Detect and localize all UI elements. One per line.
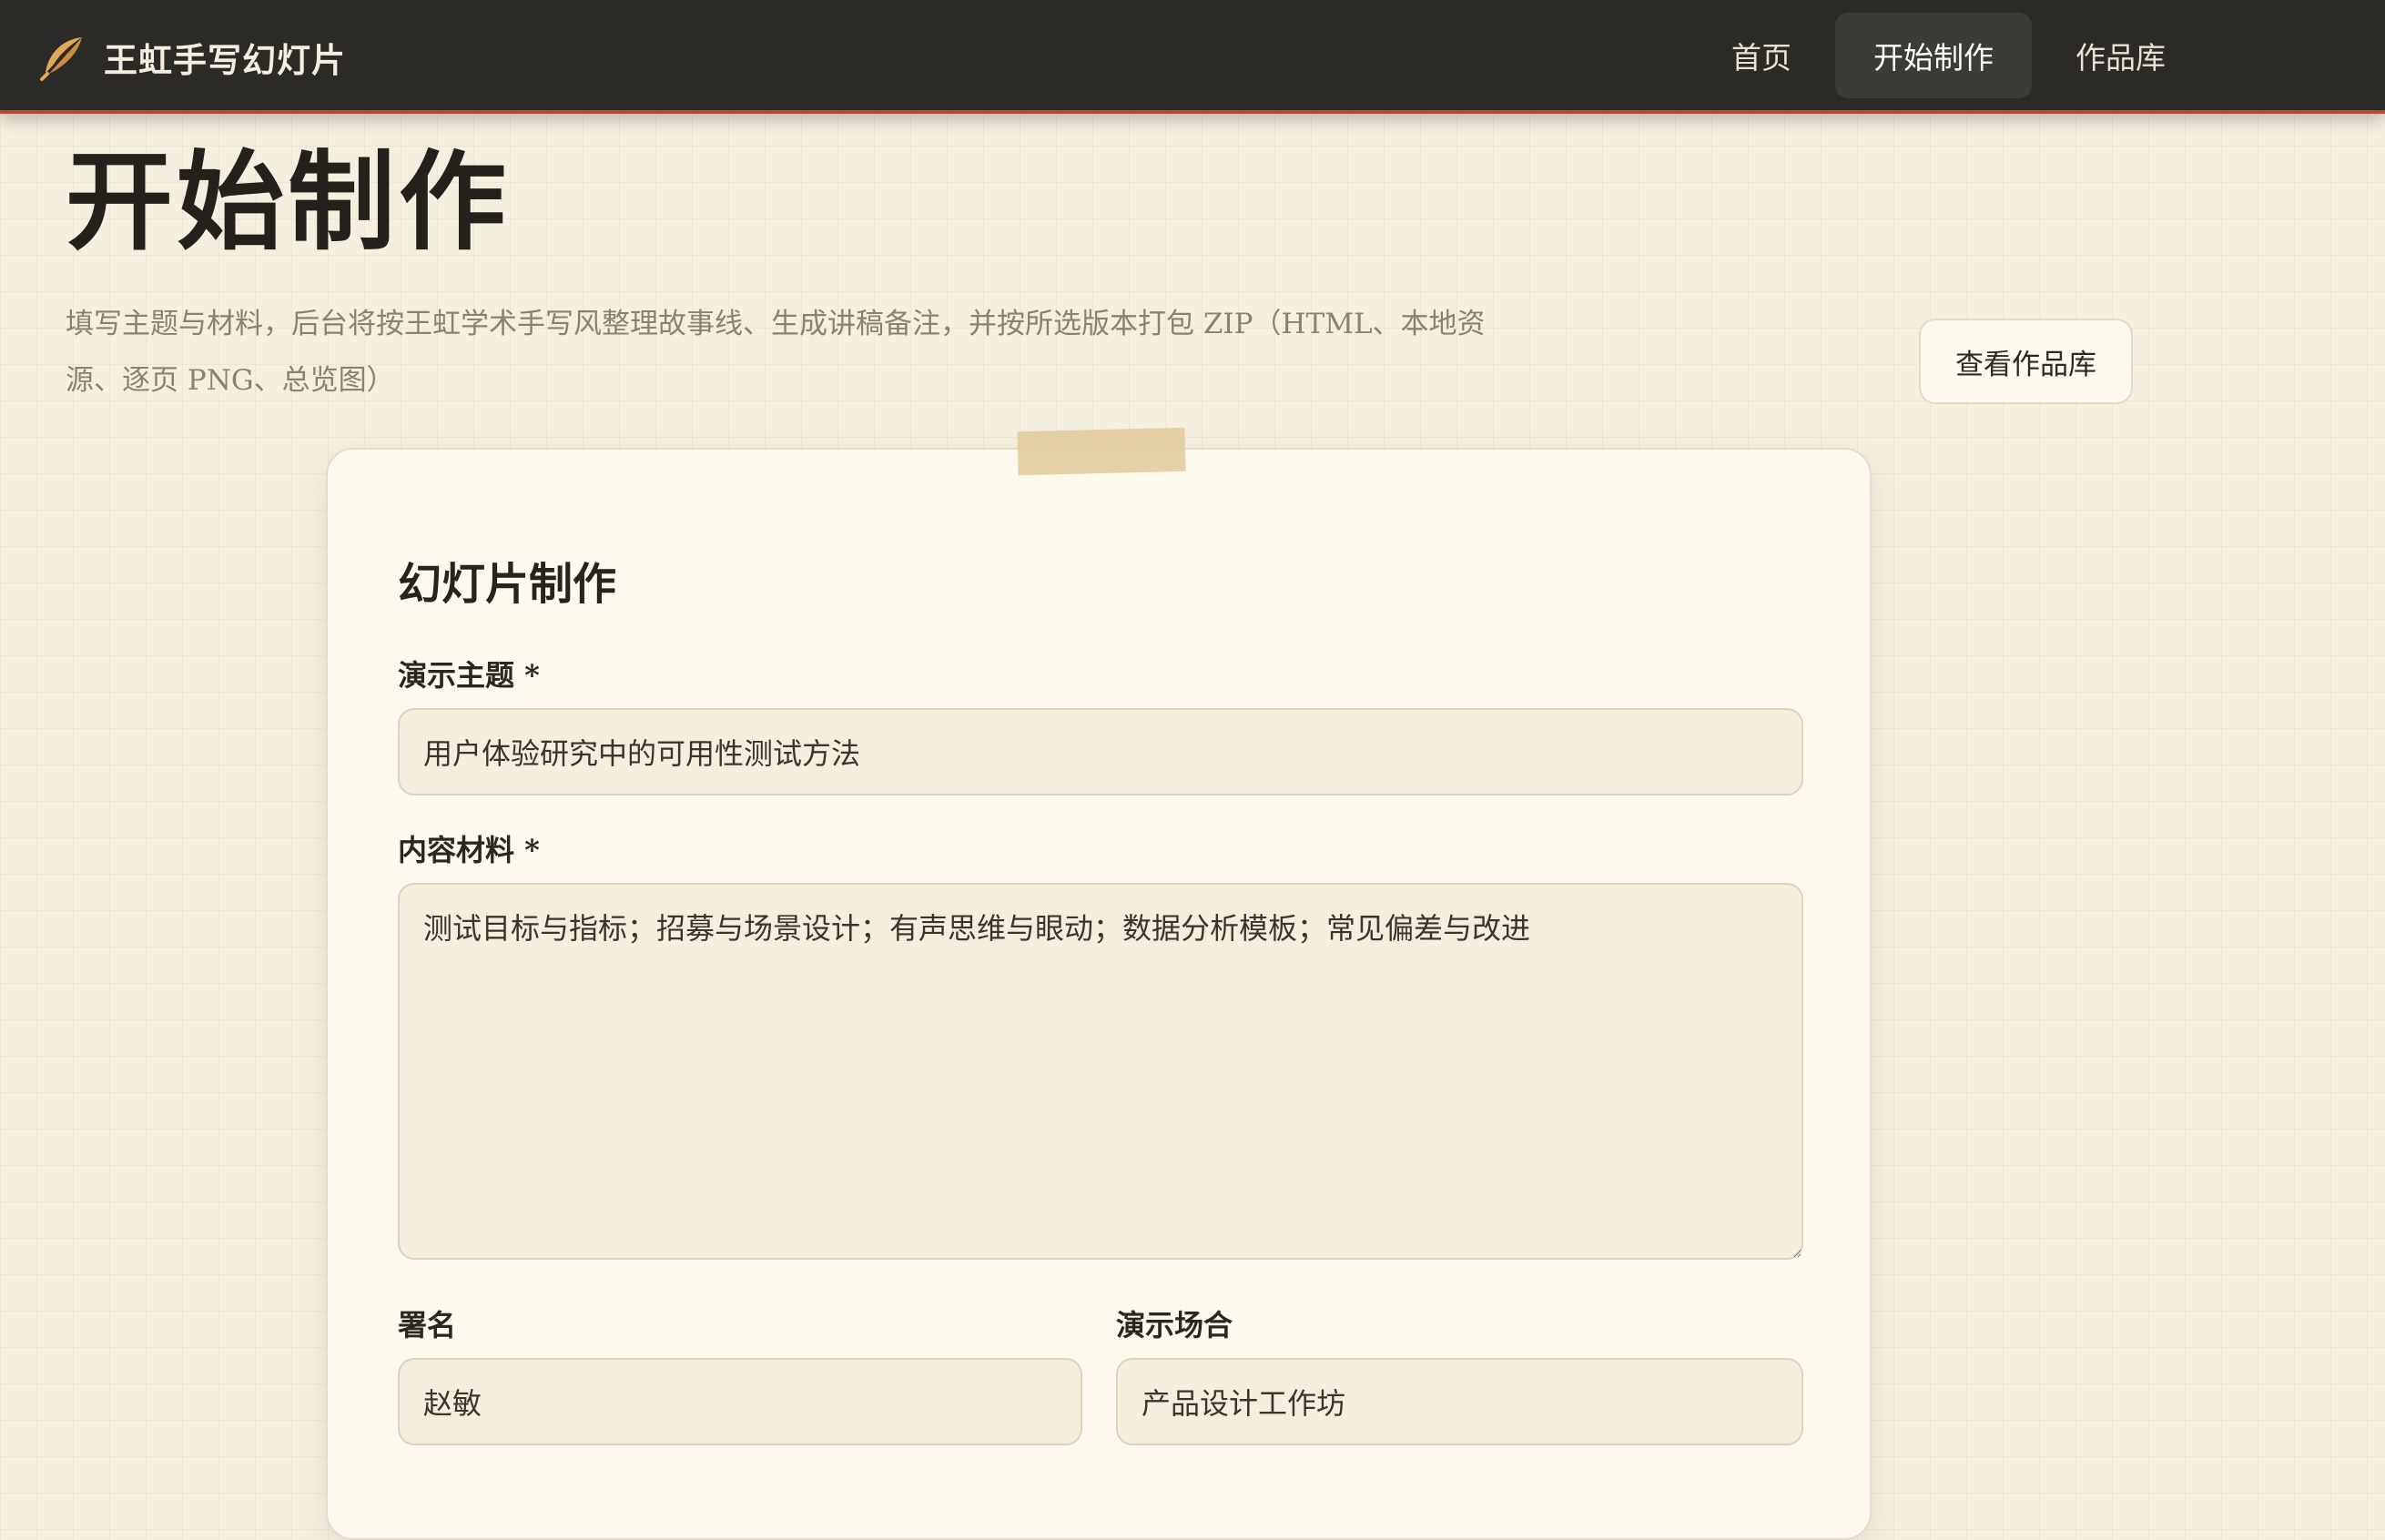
slide-creation-form: 幻灯片制作 演示主题 * 内容材料 * 测试目标与指标；招募与场景设计；有声思维… (326, 427, 1872, 1540)
page-title: 开始制作 (66, 138, 511, 265)
page-subtitle: 填写主题与材料，后台将按王虹学术手写风整理故事线、生成讲稿备注，并按所选版本打包… (66, 308, 1486, 397)
nav-item-gallery[interactable]: 作品库 (2037, 13, 2204, 98)
feather-icon (40, 37, 82, 81)
author-input[interactable] (398, 1358, 1082, 1445)
view-gallery-button[interactable]: 查看作品库 (1919, 319, 2133, 404)
topic-label: 演示主题 * (398, 658, 540, 693)
brand[interactable]: 王虹手写幻灯片 (36, 25, 346, 89)
form-title: 幻灯片制作 (398, 559, 617, 610)
main-nav: 首页 开始制作 作品库 (1693, 13, 2209, 98)
nav-item-home[interactable]: 首页 (1693, 13, 1830, 98)
decorative-tape (1017, 427, 1186, 476)
top-navigation-bar: 王虹手写幻灯片 首页 开始制作 作品库 (0, 0, 2385, 114)
author-label: 署名 (398, 1308, 457, 1342)
occasion-input[interactable] (1116, 1358, 1803, 1445)
nav-item-start-creating[interactable]: 开始制作 (1835, 13, 2032, 98)
materials-label: 内容材料 * (398, 833, 540, 867)
brand-name: 王虹手写幻灯片 (104, 40, 346, 80)
materials-textarea[interactable]: 测试目标与指标；招募与场景设计；有声思维与眼动；数据分析模板；常见偏差与改进 (398, 883, 1803, 1260)
topic-input[interactable] (398, 708, 1803, 795)
occasion-label: 演示场合 (1116, 1308, 1233, 1342)
